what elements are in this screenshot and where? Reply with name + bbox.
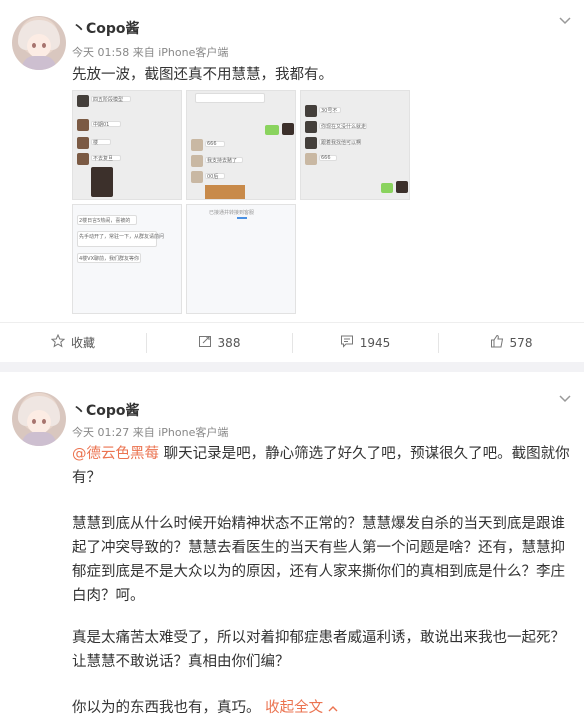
post-image-4[interactable]: 2楼日言5热闹，喜被的 先手动开了，常驻一下，从群友请前问 4楼VX聊前，我们群…	[72, 204, 182, 314]
post-1-action-bar: 收藏 388 1945 578	[0, 322, 584, 362]
collapse-full-text-link[interactable]: 收起全文	[265, 700, 338, 716]
from-label: 来自	[132, 46, 155, 59]
repost-button[interactable]: 388	[146, 323, 292, 362]
post-time[interactable]: 今天 01:58	[72, 46, 129, 59]
post-source[interactable]: iPhone客户端	[158, 46, 228, 59]
chevron-up-icon	[328, 700, 338, 716]
paragraph-4-text: 你以为的东西我也有，真巧。	[72, 700, 261, 716]
favorite-button[interactable]: 收藏	[0, 323, 146, 362]
like-button[interactable]: 578	[438, 323, 584, 362]
repost-icon	[198, 334, 212, 352]
post-paragraph-4: 你以为的东西我也有，真巧。 收起全文	[72, 696, 572, 720]
chevron-down-icon[interactable]	[558, 14, 572, 28]
repost-count: 388	[217, 335, 241, 350]
post-paragraph-2: 慧慧到底从什么时候开始精神状态不正常的？慧慧爆发自杀的当天到底是跟谁起了冲突导致…	[72, 516, 565, 604]
post-source[interactable]: iPhone客户端	[158, 426, 228, 439]
card-separator	[0, 362, 584, 372]
post-image-5[interactable]: 已接通并转接到客服	[186, 204, 296, 314]
comment-button[interactable]: 1945	[292, 323, 438, 362]
user-avatar[interactable]	[12, 16, 66, 70]
favorite-label: 收藏	[70, 336, 95, 350]
star-icon	[50, 333, 66, 352]
post-paragraph-3: 真是太痛苦太难受了，所以对着抑郁症患者威逼利诱，敢说出来我也一起死？让慧慧不敢说…	[72, 630, 565, 670]
comment-icon	[340, 334, 354, 352]
user-mention-link[interactable]: @德云色黑莓	[72, 446, 159, 462]
user-avatar[interactable]	[12, 392, 66, 446]
post-image-1[interactable]: 四五阶段模型 中期01 楼 不去复旦	[72, 90, 182, 200]
post-time[interactable]: 今天 01:27	[72, 426, 129, 439]
collapse-label: 收起全文	[265, 700, 324, 716]
like-count: 578	[509, 335, 533, 350]
post-meta: 今天 01:27 来自 iPhone客户端	[72, 424, 228, 440]
post-paragraph-1: @德云色黑莓 聊天记录是吧，静心筛选了好久了吧，预谋很久了吧。截图就你有？	[72, 442, 572, 490]
weibo-post-2: 丶Copo酱 今天 01:27 来自 iPhone客户端 @德云色黑莓 聊天记录…	[0, 372, 584, 721]
post-text: 先放一波，截图还真不用慧慧，我都有。	[72, 67, 333, 83]
post-meta: 今天 01:58 来自 iPhone客户端	[72, 44, 228, 60]
weibo-post-1: 丶Copo酱 今天 01:58 来自 iPhone客户端 先放一波，截图还真不用…	[0, 0, 584, 362]
username[interactable]: 丶Copo酱	[72, 400, 140, 420]
thumbs-up-icon	[490, 334, 504, 352]
username[interactable]: 丶Copo酱	[72, 18, 140, 38]
chevron-down-icon[interactable]	[558, 392, 572, 406]
post-image-3[interactable]: 30号不 你现在又没什么就走 跟着我找他可以啊 666	[300, 90, 410, 200]
comment-count: 1945	[359, 335, 391, 350]
from-label: 来自	[132, 426, 155, 439]
post-image-2[interactable]: 666 我支持去赌了 00后	[186, 90, 296, 200]
